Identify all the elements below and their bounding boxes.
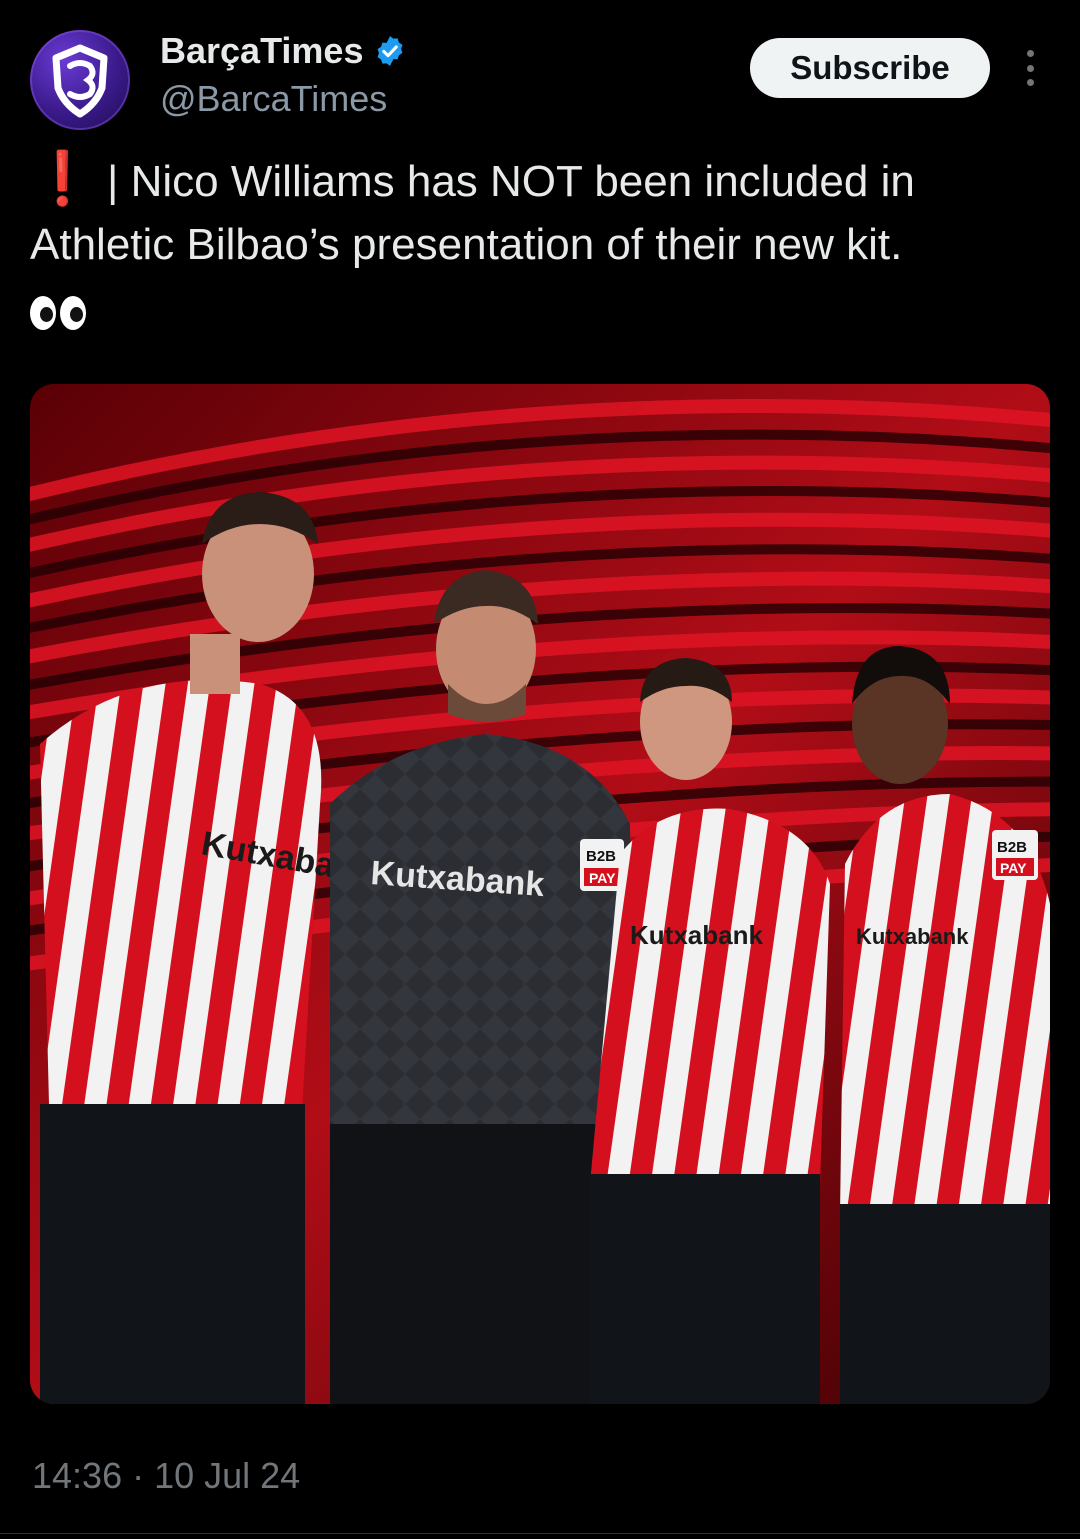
tweet-body: | Nico Williams has NOT been included in… bbox=[30, 157, 915, 269]
exclamation-emoji: ❗ bbox=[30, 150, 95, 208]
subscribe-button[interactable]: Subscribe bbox=[750, 38, 990, 98]
sleeve-badge-pay: PAY bbox=[589, 870, 616, 886]
verified-badge-icon bbox=[378, 36, 403, 66]
sleeve-badge-b2b-right: B2B bbox=[997, 839, 1027, 856]
athletic-kit-photo: Kutxabank Kutxabank B2B PAY Kutxabank Ku… bbox=[30, 384, 1050, 1404]
eyes-emoji bbox=[30, 296, 86, 331]
tweet-timestamp[interactable]: 14:36 · 10 Jul 24 bbox=[32, 1455, 300, 1497]
sleeve-badge-b2b: B2B bbox=[586, 848, 616, 865]
author-handle[interactable]: @BarcaTimes bbox=[160, 78, 387, 120]
sponsor-text-third: Kutxabank bbox=[630, 920, 763, 950]
divider bbox=[0, 1533, 1080, 1534]
author-name-row: BarçaTimes bbox=[160, 28, 407, 74]
sleeve-badge-pay-right: PAY bbox=[1000, 860, 1027, 876]
avatar[interactable] bbox=[30, 30, 130, 130]
tweet-photo[interactable]: Kutxabank Kutxabank B2B PAY Kutxabank Ku… bbox=[30, 384, 1050, 1404]
tweet-header: BarçaTimes @BarcaTimes Subscribe bbox=[0, 0, 1080, 140]
tweet-text: ❗ | Nico Williams has NOT been included … bbox=[30, 148, 1050, 339]
sponsor-text-right: Kutxabank bbox=[856, 924, 969, 949]
barcatimes-logo-icon bbox=[52, 44, 108, 118]
more-options-icon[interactable] bbox=[1012, 46, 1048, 90]
author-display-name[interactable]: BarçaTimes bbox=[160, 30, 363, 72]
